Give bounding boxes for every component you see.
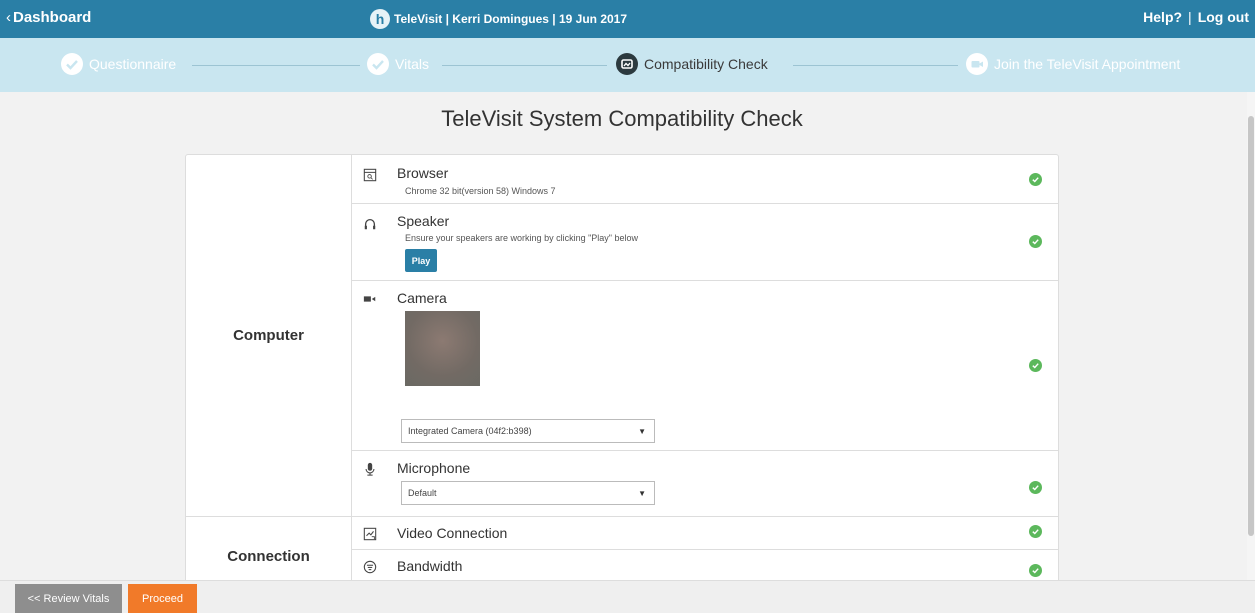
chevron-left-icon: ‹ [6, 9, 11, 26]
browser-icon [362, 167, 378, 183]
check-ok-icon [1029, 359, 1042, 372]
camera-select[interactable]: Integrated Camera (04f2:b398) ▼ [401, 419, 655, 443]
check-circle-icon [61, 53, 83, 75]
group-connection: Connection [227, 548, 310, 565]
step-questionnaire[interactable]: Questionnaire [61, 53, 176, 75]
step-connector [793, 65, 958, 66]
dropdown-caret-icon: ▼ [638, 427, 646, 436]
step-label: Vitals [395, 56, 429, 72]
footer-bar: << Review Vitals Proceed [0, 580, 1255, 613]
group-computer: Computer [233, 327, 304, 344]
step-label: Questionnaire [89, 56, 177, 72]
dashboard-label: Dashboard [13, 9, 92, 26]
play-button[interactable]: Play [405, 249, 437, 272]
step-connector [192, 65, 360, 66]
check-row-speaker: Speaker Ensure your speakers are working… [352, 204, 1058, 281]
microphone-select-value: Default [408, 488, 437, 498]
header-separator: | [1188, 9, 1192, 25]
proceed-button[interactable]: Proceed [128, 584, 197, 613]
main-content: TeleVisit System Compatibility Check Com… [0, 92, 1250, 580]
check-detail: Ensure your speakers are working by clic… [405, 233, 638, 243]
check-name: Browser [397, 165, 449, 181]
check-ok-icon [1029, 481, 1042, 494]
check-name: Camera [397, 290, 447, 306]
step-label: Join the TeleVisit Appointment [994, 56, 1181, 72]
header-title-group: h TeleVisit | Kerri Domingues | 19 Jun 2… [370, 9, 627, 29]
check-name: Microphone [397, 460, 471, 476]
page-title: TeleVisit System Compatibility Check [441, 106, 803, 131]
microphone-icon [362, 461, 378, 477]
step-join-appointment[interactable]: Join the TeleVisit Appointment [966, 53, 1180, 75]
scrollbar-thumb[interactable] [1248, 116, 1254, 536]
check-name: Speaker [397, 213, 450, 229]
dropdown-caret-icon: ▼ [638, 489, 646, 498]
vertical-scrollbar[interactable] [1247, 92, 1255, 580]
headphones-icon [362, 216, 378, 232]
check-row-browser: Browser Chrome 32 bit(version 58) Window… [352, 155, 1058, 204]
microphone-select[interactable]: Default ▼ [401, 481, 655, 505]
header-actions: Help? | Log out [1143, 9, 1249, 25]
compatibility-icon [616, 53, 638, 75]
check-detail: Chrome 32 bit(version 58) Windows 7 [405, 186, 556, 196]
camera-preview [405, 311, 480, 386]
televisit-logo-icon: h [370, 9, 390, 29]
review-vitals-button[interactable]: << Review Vitals [15, 584, 122, 613]
check-name: Bandwidth [397, 558, 463, 574]
check-row-bandwidth: Bandwidth [352, 550, 1058, 580]
check-row-video-connection: Video Connection [352, 517, 1058, 550]
progress-steps: Questionnaire Vitals Compatibility Check… [0, 38, 1255, 92]
step-label: Compatibility Check [644, 56, 768, 72]
step-compatibility-check[interactable]: Compatibility Check [616, 53, 768, 75]
check-ok-icon [1029, 235, 1042, 248]
top-header: ‹ Dashboard h TeleVisit | Kerri Domingue… [0, 0, 1255, 38]
check-ok-icon [1029, 173, 1042, 186]
check-name: Video Connection [397, 525, 508, 541]
bandwidth-icon [362, 559, 378, 575]
step-vitals[interactable]: Vitals [367, 53, 429, 75]
check-row-microphone: Microphone Default ▼ [352, 451, 1058, 516]
help-link[interactable]: Help? [1143, 9, 1182, 25]
camera-select-value: Integrated Camera (04f2:b398) [408, 426, 532, 436]
check-row-camera: Camera Integrated Camera (04f2:b398) ▼ [352, 281, 1058, 451]
video-connection-icon [362, 526, 378, 542]
check-ok-icon [1029, 564, 1042, 577]
check-circle-icon [367, 53, 389, 75]
logout-link[interactable]: Log out [1198, 9, 1249, 25]
header-title: TeleVisit | Kerri Domingues | 19 Jun 201… [394, 12, 628, 26]
dashboard-back-link[interactable]: ‹ Dashboard [6, 9, 91, 26]
video-call-icon [966, 53, 988, 75]
video-camera-icon [362, 291, 378, 307]
step-connector [442, 65, 607, 66]
compatibility-card: Computer Connection Browser Chrome 32 bi… [185, 154, 1059, 580]
check-ok-icon [1029, 525, 1042, 538]
